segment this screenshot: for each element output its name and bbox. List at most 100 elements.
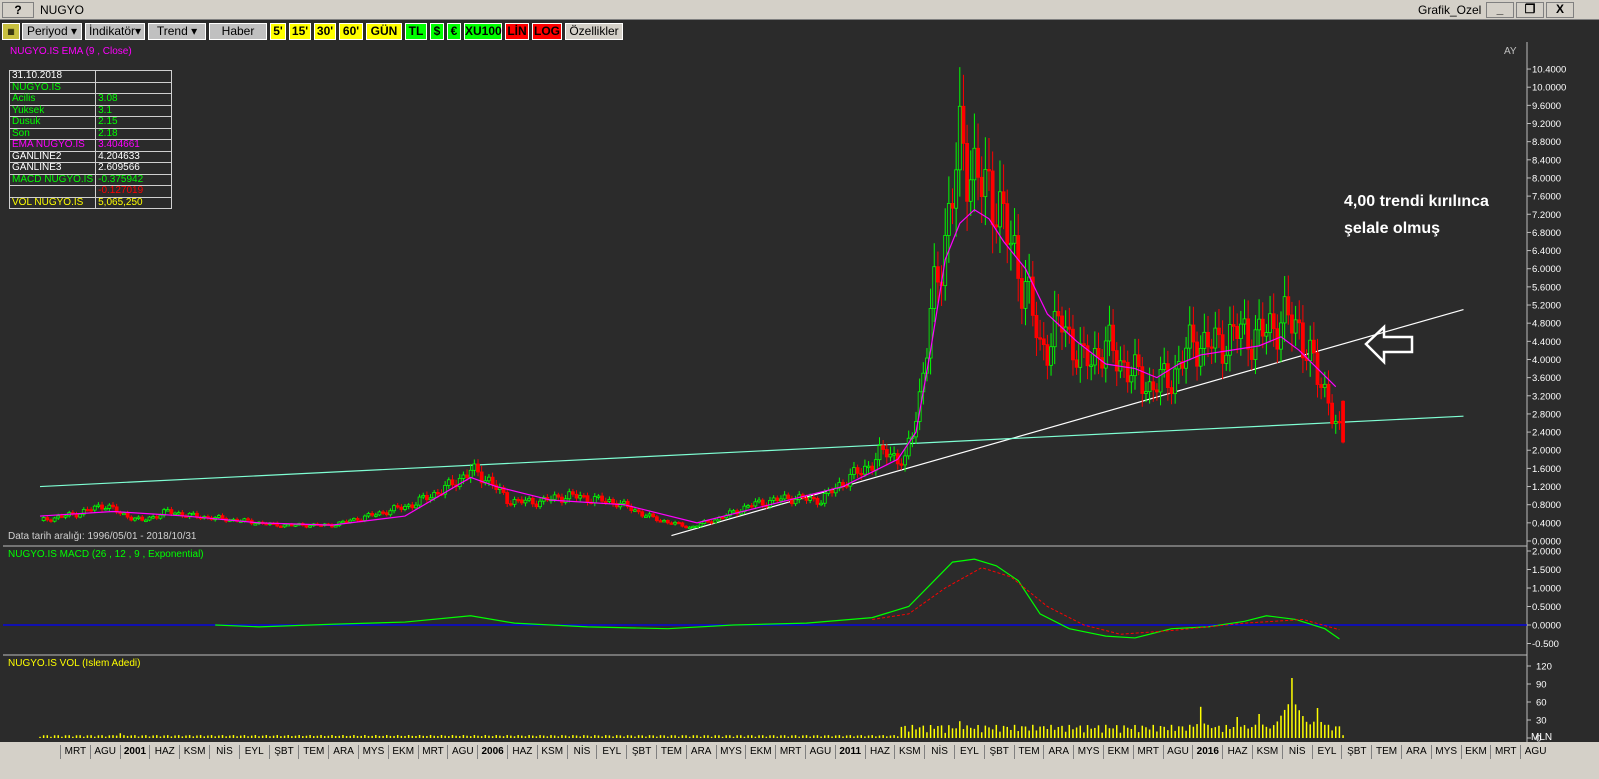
candle-body [1224, 354, 1229, 364]
price-tick-label: 5.2000 [1532, 301, 1561, 312]
period-30-button[interactable]: 30' [314, 23, 336, 40]
period-15-button[interactable]: 15' [289, 23, 311, 40]
price-tick-label: 9.2000 [1532, 119, 1561, 130]
time-axis-label: KSM [894, 745, 924, 759]
scale-log-button[interactable]: LOG [532, 23, 562, 40]
candle-body [169, 509, 174, 515]
time-axis-label: MRT [417, 745, 448, 759]
candle-body [341, 520, 345, 524]
time-axis-label: ARA [328, 745, 358, 759]
time-axis-label: TEM [1013, 745, 1044, 759]
currency-eur-button[interactable]: € [447, 23, 461, 40]
candle-body [151, 516, 156, 519]
time-axis-label: MYS [1073, 745, 1103, 759]
candle-body [581, 495, 586, 498]
info-row: Dusuk 2.15 [8, 116, 172, 129]
candle-body [662, 520, 667, 523]
candle-body [768, 500, 772, 507]
candle-body [403, 506, 407, 510]
candle-body [830, 490, 834, 494]
restore-button[interactable]: ❐ [1516, 2, 1544, 18]
candle-body [1136, 354, 1141, 368]
help-button[interactable]: ? [2, 2, 34, 18]
candle-body [333, 525, 338, 528]
period-gun-button[interactable]: GÜN [366, 23, 402, 40]
vol-tick-label: 0 [1536, 734, 1541, 743]
candle-body [987, 169, 991, 172]
candle-body [1311, 339, 1316, 354]
candle-body [819, 502, 823, 506]
time-axis-label: KSM [536, 745, 567, 759]
price-tick-label: 0.4000 [1532, 518, 1561, 529]
scale-lin-button[interactable]: LİN [505, 23, 529, 40]
candle-body [286, 524, 291, 527]
candle-body [669, 522, 674, 525]
candle-body [129, 516, 134, 521]
macd-tick-label: 1.5000 [1532, 565, 1561, 576]
candle-body [753, 501, 758, 507]
candle-body [892, 453, 896, 456]
candle-body [165, 509, 170, 512]
candle-body [417, 496, 422, 506]
candle-body [111, 504, 115, 508]
candle-body [1067, 326, 1072, 330]
candle-body [1257, 318, 1261, 331]
candle-body [979, 176, 984, 198]
time-axis-label: KSM [179, 745, 209, 759]
period-5-button[interactable]: 5' [270, 23, 286, 40]
candle-body [822, 493, 827, 504]
candle-body [1260, 318, 1265, 337]
candle-body [490, 476, 495, 486]
time-axis-label: KSM [1252, 745, 1282, 759]
time-axis-label: 2011 [834, 745, 865, 759]
candle-body [519, 499, 524, 504]
candle-body [676, 521, 681, 525]
candle-body [746, 505, 750, 508]
ozellikler-button[interactable]: Özellikler [565, 23, 623, 40]
candle-body [100, 504, 104, 510]
candle-body [392, 505, 396, 512]
candle-body [873, 459, 878, 471]
candle-body [282, 524, 287, 528]
candle-body [89, 509, 93, 512]
candle-body [866, 465, 871, 469]
window-titlebar: ? NUGYO Grafik_Ozel _ ❐ X [0, 0, 1599, 20]
candle-body [884, 449, 889, 458]
minimize-button[interactable]: _ [1486, 2, 1514, 18]
candle-body [176, 512, 181, 515]
periyod-menu[interactable]: Periyod ▾ [22, 23, 82, 40]
trend-menu[interactable]: Trend ▾ [148, 23, 206, 40]
period-60-button[interactable]: 60' [339, 23, 363, 40]
candle-body [1122, 360, 1126, 363]
currency-tl-button[interactable]: TL [405, 23, 427, 40]
candle-body [976, 147, 980, 178]
candle-body [808, 496, 813, 501]
close-button[interactable]: X [1546, 2, 1574, 18]
info-row: GANLINE3 2.609566 [8, 162, 172, 175]
candle-body [1268, 313, 1272, 333]
candle-body [1264, 332, 1269, 337]
price-tick-label: 4.4000 [1532, 337, 1561, 348]
indikator-menu[interactable]: İndikatör▾ [85, 23, 145, 40]
candle-body [1100, 357, 1105, 369]
candle-body [1206, 331, 1210, 348]
chart-area[interactable]: NUGYO.IS EMA (9 , Close) AY Data tarih a… [0, 42, 1599, 742]
candle-body [793, 499, 798, 505]
info-value: 5,065,250 [95, 196, 172, 209]
candle-body [782, 494, 787, 500]
app-icon[interactable]: ▦ [2, 23, 20, 40]
price-tick-label: 3.2000 [1532, 391, 1561, 402]
period-label: AY [1504, 46, 1517, 57]
candle-body [552, 494, 557, 500]
time-axis-label: MYS [715, 745, 746, 759]
candle-body [246, 518, 250, 521]
candle-body [1271, 313, 1276, 330]
candle-body [122, 512, 126, 516]
candle-body [1107, 324, 1112, 342]
candle-body [603, 500, 608, 504]
xu100-button[interactable]: XU100 [464, 23, 502, 40]
haber-button[interactable]: Haber [209, 23, 267, 40]
candle-body [1319, 384, 1324, 388]
currency-usd-button[interactable]: $ [430, 23, 444, 40]
candle-body [289, 524, 294, 527]
